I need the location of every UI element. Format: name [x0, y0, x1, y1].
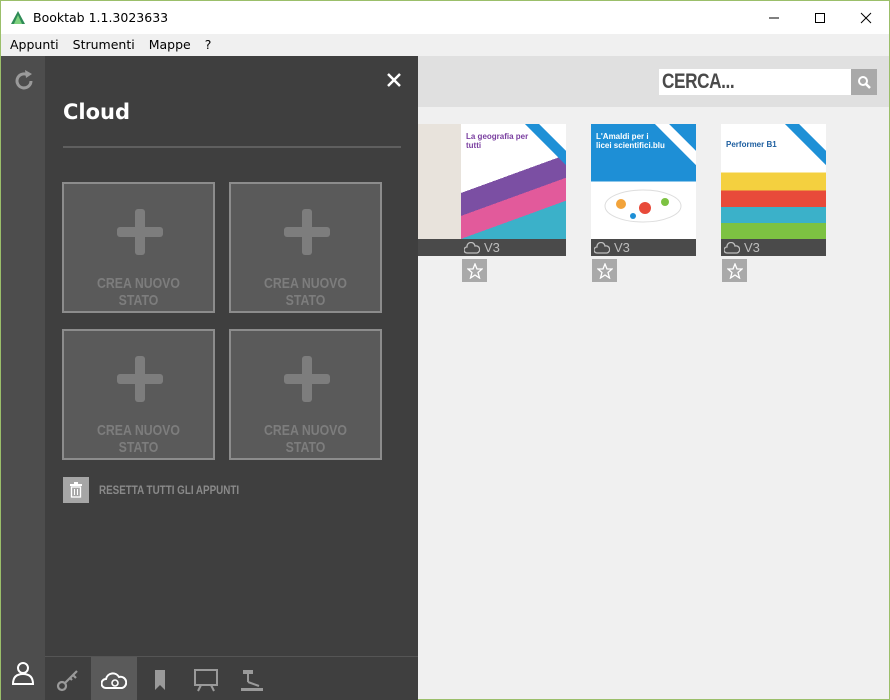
- menu-help[interactable]: ?: [200, 37, 217, 52]
- menu-bar: Appunti Strumenti Mappe ?: [1, 34, 889, 55]
- book-title: L'Amaldi per i licei scientifici.blu: [596, 132, 665, 150]
- maximize-icon: [815, 12, 825, 23]
- slot-label: CREA NUOVO STATO: [97, 422, 180, 456]
- new-state-slot-1[interactable]: CREA NUOVO STATO: [62, 182, 215, 313]
- reset-label: RESETTA TUTTI GLI APPUNTI: [99, 483, 240, 497]
- book-version-bar: V3: [721, 239, 826, 256]
- slot-label: CREA NUOVO STATO: [97, 275, 180, 309]
- trash-icon: [63, 477, 89, 503]
- refresh-icon[interactable]: [12, 69, 36, 93]
- search-icon: [858, 76, 871, 89]
- book-cover: L'Amaldi per i licei scientifici.blu: [591, 124, 696, 239]
- book-version: V3: [614, 240, 630, 255]
- book-version-bar: V3: [591, 239, 696, 256]
- book-version-bar: V3: [461, 239, 566, 256]
- booktab-logo-icon: [11, 10, 25, 24]
- tab-cloud[interactable]: [91, 657, 137, 700]
- plus-icon: [284, 209, 330, 255]
- favorite-button[interactable]: [592, 259, 617, 282]
- book-cover: La geografia per tutti: [461, 124, 566, 239]
- plus-icon: [117, 356, 163, 402]
- user-icon[interactable]: [12, 661, 34, 685]
- minimize-button[interactable]: [751, 1, 797, 34]
- tab-presentation[interactable]: [183, 657, 229, 700]
- tab-keys[interactable]: [45, 657, 91, 700]
- cloud-icon: [724, 241, 740, 254]
- presentation-icon: [194, 668, 218, 691]
- star-icon: [466, 262, 483, 279]
- book-card[interactable]: Performer B1 V3: [721, 124, 826, 256]
- new-state-slot-2[interactable]: CREA NUOVO STATO: [229, 182, 382, 313]
- tab-tools[interactable]: [229, 657, 275, 700]
- menu-mappe[interactable]: Mappe: [144, 37, 196, 52]
- cloud-icon: [101, 671, 127, 689]
- plus-icon: [117, 209, 163, 255]
- cloud-icon: [464, 241, 480, 254]
- bookmark-icon: [155, 669, 165, 690]
- book-title: La geografia per tutti: [466, 132, 529, 150]
- close-window-button[interactable]: [843, 1, 889, 34]
- favorite-button[interactable]: [462, 259, 487, 282]
- window-controls: [751, 1, 889, 34]
- key-icon: [56, 669, 78, 691]
- search-input[interactable]: CERCA...: [659, 69, 851, 95]
- book-version: V3: [484, 240, 500, 255]
- book-cover-art: [604, 189, 682, 223]
- app-window: Booktab 1.1.3023633 Appunti Strumenti Ma…: [0, 0, 890, 700]
- favorite-button[interactable]: [722, 259, 747, 282]
- panel-tab-bar: [45, 656, 418, 700]
- new-state-slot-3[interactable]: CREA NUOVO STATO: [62, 329, 215, 460]
- cloud-icon: [594, 241, 610, 254]
- search-placeholder: CERCA...: [662, 70, 735, 93]
- menu-appunti[interactable]: Appunti: [5, 37, 64, 52]
- book-card[interactable]: La geografia per tutti V3: [461, 124, 566, 256]
- minimize-icon: [769, 17, 779, 18]
- plus-icon: [284, 356, 330, 402]
- reset-all-notes-button[interactable]: RESETTA TUTTI GLI APPUNTI: [63, 477, 270, 503]
- book-title: Performer B1: [726, 140, 777, 149]
- book-version: V3: [744, 240, 760, 255]
- star-icon: [726, 262, 743, 279]
- maximize-button[interactable]: [797, 1, 843, 34]
- window-title: Booktab 1.1.3023633: [33, 10, 169, 25]
- book-card[interactable]: L'Amaldi per i licei scientifici.blu V3: [591, 124, 696, 256]
- panel-title: Cloud: [63, 100, 131, 124]
- title-bar: Booktab 1.1.3023633: [1, 1, 889, 34]
- slot-label: CREA NUOVO STATO: [264, 422, 347, 456]
- new-state-slot-4[interactable]: CREA NUOVO STATO: [229, 329, 382, 460]
- search-button[interactable]: [851, 69, 877, 95]
- menu-strumenti[interactable]: Strumenti: [68, 37, 140, 52]
- slot-label: CREA NUOVO STATO: [264, 275, 347, 309]
- close-icon: [860, 12, 872, 23]
- panel-divider: [63, 146, 401, 148]
- left-sidebar: [1, 56, 45, 700]
- close-panel-icon[interactable]: [385, 71, 403, 89]
- tools-icon: [241, 669, 263, 691]
- star-icon: [596, 262, 613, 279]
- tab-bookmarks[interactable]: [137, 657, 183, 700]
- book-cover: Performer B1: [721, 124, 826, 239]
